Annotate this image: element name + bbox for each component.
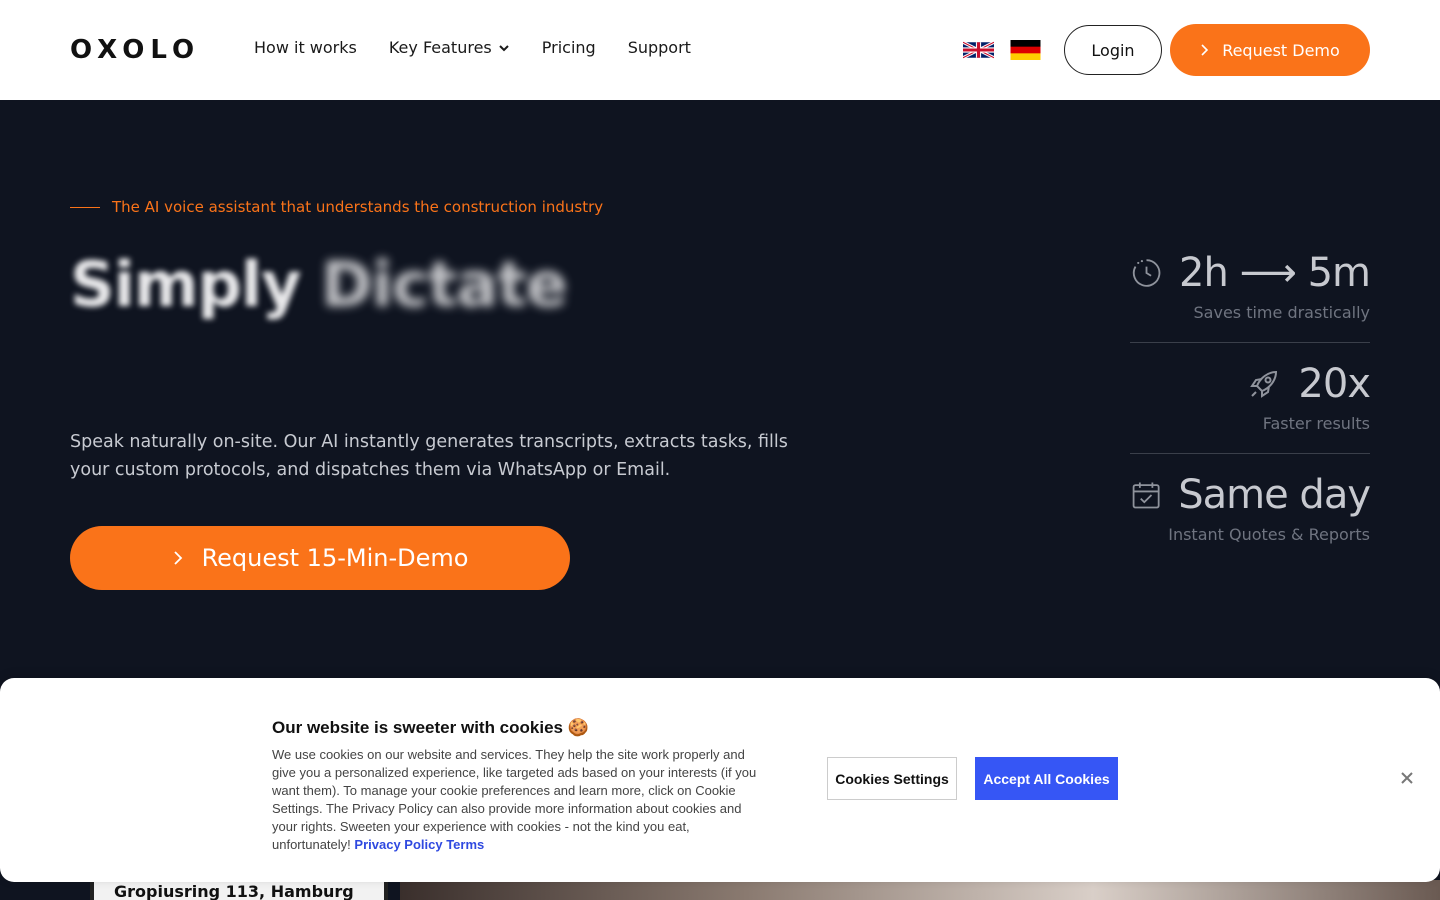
hero-eyebrow: The AI voice assistant that understands … [70,198,603,216]
nav-key-features[interactable]: Key Features [389,38,510,57]
stat-same-day: Same day Instant Quotes & Reports [1130,472,1371,546]
cookie-banner: Our website is sweeter with cookies 🍪 We… [0,678,1440,882]
accept-all-cookies-button[interactable]: Accept All Cookies [975,757,1118,800]
stat-label: Instant Quotes & Reports [1168,525,1370,544]
chevron-down-icon [499,44,509,51]
stat-divider [1130,453,1370,454]
terms-link[interactable]: Terms [446,837,484,852]
report-address: Gropiusring 113, Hamburg [114,882,354,900]
uk-flag-icon[interactable] [963,40,994,60]
rocket-icon [1250,370,1278,398]
stat-faster-results: 20x Faster results [1130,361,1371,435]
stat-divider [1130,342,1370,343]
stat-label: Saves time drastically [1193,303,1370,322]
stat-time-saved: 2h ⟶ 5m Saves time drastically [1130,250,1371,324]
cookie-body: We use cookies on our website and servic… [272,746,762,854]
hero-stats: 2h ⟶ 5m Saves time drastically 20x Faste… [1130,250,1371,546]
stat-value: 2h ⟶ 5m [1179,250,1371,296]
chevron-right-icon [173,551,182,565]
logo[interactable]: OXOLO [70,35,201,65]
hero-photo [400,880,1440,900]
stat-label: Faster results [1262,414,1370,433]
logo-text: OXOLO [70,35,201,65]
hero-headline: Simply Dictate [70,248,568,321]
nav-how-it-works[interactable]: How it works [254,38,357,57]
hero-description: Speak naturally on-site. Our AI instantl… [70,432,788,480]
calendar-check-icon [1132,482,1160,509]
cookie-title: Our website is sweeter with cookies 🍪 [272,718,589,737]
request-15-min-demo-button[interactable]: Request 15-Min-Demo [70,526,570,590]
close-icon[interactable] [1398,769,1416,787]
stat-value: 20x [1298,361,1371,407]
chevron-right-icon [1201,44,1209,56]
nav-label: Support [627,38,691,57]
cta-label: Request 15-Min-Demo [201,544,469,572]
request-demo-label: Request Demo [1222,40,1340,60]
cookies-settings-button[interactable]: Cookies Settings [827,757,957,800]
nav-label: Pricing [541,38,596,57]
german-flag-icon[interactable] [1010,40,1041,60]
cookie-text: We use cookies on our website and servic… [272,747,757,852]
request-demo-button[interactable]: Request Demo [1170,24,1370,76]
headline-word: Simply [70,248,302,321]
site-header: OXOLO How it works Key Features Pricing … [0,0,1440,100]
eyebrow-line [70,206,100,208]
login-button[interactable]: Login [1064,25,1162,75]
language-switcher [963,40,1041,60]
headline-word-animated: Dictate [321,248,568,321]
nav-label: Key Features [388,38,492,57]
clock-icon [1132,259,1161,287]
privacy-policy-link[interactable]: Privacy Policy [354,837,442,852]
main-nav: How it works Key Features Pricing Suppor… [254,38,691,57]
stat-value: Same day [1178,472,1371,518]
nav-label: How it works [254,38,357,57]
nav-pricing[interactable]: Pricing [542,38,596,57]
nav-support[interactable]: Support [628,38,691,57]
eyebrow-text: The AI voice assistant that understands … [112,198,604,216]
